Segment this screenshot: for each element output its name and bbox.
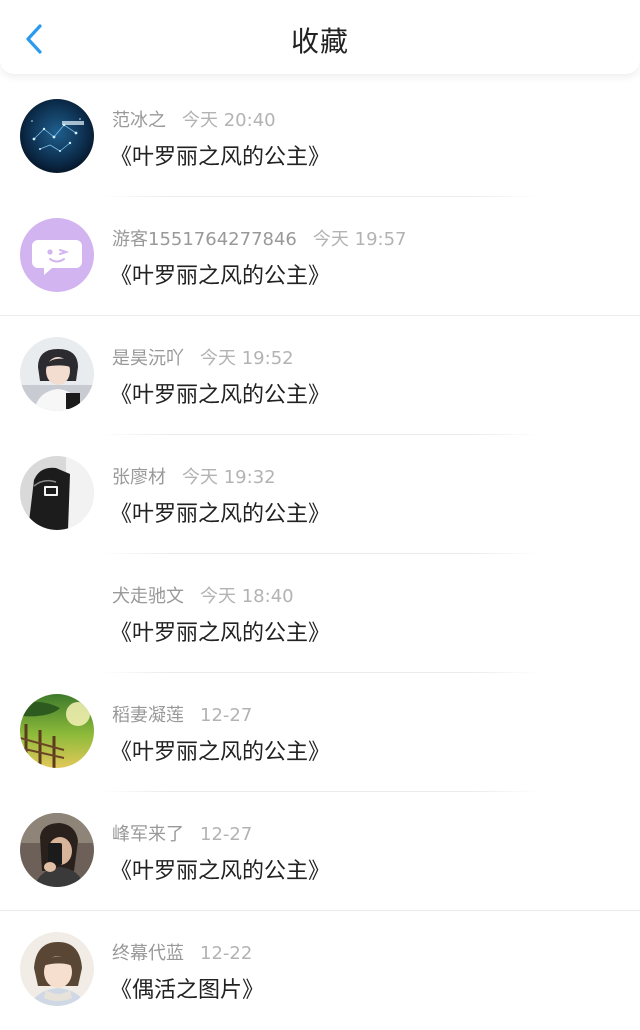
item-title[interactable]: 《叶罗丽之风的公主》 <box>110 496 330 528</box>
avatar[interactable] <box>20 337 94 411</box>
username[interactable]: 终幕代蓝 <box>112 943 184 964</box>
avatar[interactable] <box>20 932 94 1006</box>
item-title[interactable]: 《叶罗丽之风的公主》 <box>110 258 330 290</box>
username[interactable]: 峰军来了 <box>112 824 184 845</box>
item-title[interactable]: 《叶罗丽之风的公主》 <box>110 734 330 766</box>
username[interactable]: 张廖材 <box>112 467 166 488</box>
username[interactable]: 稻妻凝莲 <box>112 705 184 726</box>
list-item[interactable]: 峰军来了 12-27 《叶罗丽之风的公主》 <box>0 792 640 911</box>
timestamp: 12-22 <box>200 943 253 964</box>
timestamp: 12-27 <box>200 824 253 845</box>
item-title[interactable]: 《叶罗丽之风的公主》 <box>110 139 330 171</box>
top-nav-bar: 收藏 <box>0 0 640 74</box>
timestamp: 12-27 <box>200 705 253 726</box>
avatar[interactable] <box>20 456 94 530</box>
avatar[interactable] <box>20 813 94 887</box>
item-meta: 犬走驰文 今天 18:40 <box>112 582 294 608</box>
item-meta: 张廖材 今天 19:32 <box>112 463 276 489</box>
avatar[interactable] <box>20 694 94 768</box>
item-meta: 是昊沅吖 今天 19:52 <box>112 344 294 370</box>
avatar[interactable] <box>20 99 94 173</box>
timestamp: 今天 19:52 <box>200 348 294 369</box>
item-meta: 范冰之 今天 20:40 <box>112 106 276 132</box>
item-title[interactable]: 《叶罗丽之风的公主》 <box>110 377 330 409</box>
list-item[interactable]: 犬走驰文 今天 18:40 《叶罗丽之风的公主》 <box>0 554 640 673</box>
item-title[interactable]: 《叶罗丽之风的公主》 <box>110 853 330 885</box>
timestamp: 今天 19:32 <box>182 467 276 488</box>
username[interactable]: 范冰之 <box>112 110 166 131</box>
username[interactable]: 游客1551764277846 <box>112 229 297 250</box>
item-meta: 峰军来了 12-27 <box>112 820 252 846</box>
item-meta: 稻妻凝莲 12-27 <box>112 701 252 727</box>
favorites-list: 范冰之 今天 20:40 《叶罗丽之风的公主》 游客1551764277846 今天… <box>0 78 640 1030</box>
avatar[interactable] <box>20 218 94 292</box>
list-item[interactable]: 稻妻凝莲 12-27 《叶罗丽之风的公主》 <box>0 673 640 792</box>
username[interactable]: 犬走驰文 <box>112 586 184 607</box>
item-meta: 终幕代蓝 12-22 <box>112 939 252 965</box>
page-title: 收藏 <box>290 25 349 58</box>
list-item[interactable]: 范冰之 今天 20:40 《叶罗丽之风的公主》 <box>0 78 640 197</box>
item-meta: 游客1551764277846 今天 19:57 <box>112 225 407 251</box>
item-title[interactable]: 《偶活之图片》 <box>110 972 264 1004</box>
list-item[interactable]: 是昊沅吖 今天 19:52 《叶罗丽之风的公主》 <box>0 316 640 435</box>
list-item[interactable]: 张廖材 今天 19:32 《叶罗丽之风的公主》 <box>0 435 640 554</box>
timestamp: 今天 18:40 <box>200 586 294 607</box>
timestamp: 今天 19:57 <box>312 229 407 250</box>
timestamp: 今天 20:40 <box>182 110 276 131</box>
avatar[interactable] <box>20 575 94 649</box>
list-item[interactable]: 终幕代蓝 12-22 《偶活之图片》 <box>0 911 640 1030</box>
list-item[interactable]: 游客1551764277846 今天 19:57 《叶罗丽之风的公主》 <box>0 197 640 316</box>
item-title[interactable]: 《叶罗丽之风的公主》 <box>110 615 330 647</box>
username[interactable]: 是昊沅吖 <box>112 348 184 369</box>
